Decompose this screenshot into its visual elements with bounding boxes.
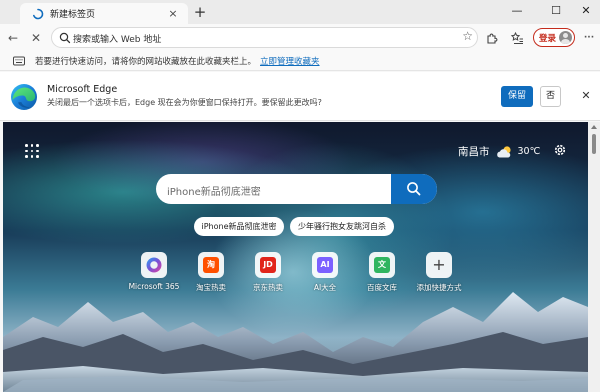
- quick-link-jd[interactable]: JD 京东热卖: [238, 252, 298, 293]
- tab-new-tab[interactable]: 新建标签页 ×: [20, 3, 188, 24]
- quick-link-ai[interactable]: AI AI大全: [295, 252, 355, 293]
- search-icon: [407, 182, 421, 196]
- scroll-up-arrow-icon[interactable]: [591, 125, 597, 129]
- address-input[interactable]: 搜索或输入 Web 地址: [73, 32, 161, 45]
- quick-link-taobao[interactable]: 淘 淘宝热卖: [181, 252, 241, 293]
- microsoft-edge-logo-icon: [9, 82, 39, 112]
- jd-tile: JD: [255, 252, 281, 278]
- extensions-icon[interactable]: [483, 29, 501, 47]
- maximize-button[interactable]: ☐: [545, 2, 567, 20]
- login-label: 登录: [539, 33, 557, 44]
- weather-widget[interactable]: 南昌市 30℃: [458, 144, 540, 159]
- web-search-input[interactable]: iPhone新品彻底泄密: [167, 183, 261, 198]
- new-tab-page: 南昌市 30℃ iPhone新品彻底泄密 iPhone新品彻底泄密 少年骚行抱女…: [3, 122, 588, 392]
- avatar-icon: [559, 31, 572, 44]
- back-icon[interactable]: ←: [4, 29, 22, 47]
- infobar-title: Microsoft Edge: [47, 84, 118, 95]
- baidu-wenku-icon: 文: [374, 257, 390, 273]
- window-close-button[interactable]: ✕: [575, 2, 597, 20]
- quick-link-label: 添加快捷方式: [416, 283, 462, 292]
- microsoft-365-icon: [146, 257, 162, 273]
- weather-temperature: 30℃: [517, 146, 541, 157]
- page-settings-gear-icon[interactable]: [553, 143, 567, 157]
- partly-cloudy-icon: [496, 145, 514, 158]
- ai-icon: AI: [317, 257, 333, 273]
- taobao-tile: 淘: [198, 252, 224, 278]
- manage-favorites-link[interactable]: 立即管理收藏夹: [260, 55, 320, 67]
- quick-link-label: 百度文库: [367, 283, 397, 292]
- edge-infobar: Microsoft Edge 关闭最后一个选项卡后，Edge 现在会为你便窗口保…: [0, 72, 600, 121]
- favorites-bar: 若要进行快速访问，请将你的网站收藏放在此收藏夹栏上。 立即管理收藏夹: [0, 51, 600, 71]
- favorites-bar-hint: 若要进行快速访问，请将你的网站收藏放在此收藏夹栏上。: [35, 56, 257, 67]
- web-search-button[interactable]: [391, 174, 437, 204]
- new-tab-button[interactable]: +: [191, 4, 209, 22]
- quick-link-label: Microsoft 365: [128, 282, 180, 291]
- quick-link-label: 淘宝热卖: [196, 283, 226, 292]
- apps-launcher-icon[interactable]: [25, 144, 39, 158]
- minimize-button[interactable]: —: [506, 2, 528, 20]
- tab-strip: 新建标签页 × + — ☐ ✕: [0, 0, 600, 24]
- page-scrollbar[interactable]: [588, 122, 600, 392]
- stop-loading-icon[interactable]: ✕: [27, 29, 45, 47]
- baidu-wenku-tile: 文: [369, 252, 395, 278]
- taobao-icon: 淘: [203, 257, 219, 273]
- favorites-icon[interactable]: [508, 29, 526, 47]
- trending-chip[interactable]: 少年骚行抱女友跳河自杀: [290, 217, 394, 236]
- trending-chip[interactable]: iPhone新品彻底泄密: [194, 217, 284, 236]
- edge-loading-icon: [32, 8, 44, 20]
- keyboard-icon: [13, 56, 25, 66]
- ai-tile: AI: [312, 252, 338, 278]
- quick-link-add-shortcut[interactable]: + 添加快捷方式: [409, 252, 469, 293]
- microsoft-365-tile: [141, 252, 167, 278]
- more-options-icon[interactable]: ···: [580, 29, 598, 47]
- add-shortcut-tile: +: [426, 252, 452, 278]
- keep-button[interactable]: 保留: [501, 86, 533, 107]
- jd-icon: JD: [260, 257, 276, 273]
- quick-link-label: 京东热卖: [253, 283, 283, 292]
- search-icon: [58, 31, 72, 45]
- scroll-thumb[interactable]: [592, 134, 596, 154]
- infobar-description: 关闭最后一个选项卡后，Edge 现在会为你便窗口保持打开。要保留此更改吗?: [47, 98, 322, 107]
- tab-title: 新建标签页: [50, 10, 96, 20]
- address-bar[interactable]: 搜索或输入 Web 地址 ☆: [51, 27, 478, 48]
- web-search-box[interactable]: iPhone新品彻底泄密: [156, 174, 437, 204]
- login-button[interactable]: 登录: [533, 28, 575, 47]
- infobar-close-icon[interactable]: ✕: [578, 88, 594, 104]
- quick-link-microsoft-365[interactable]: Microsoft 365: [124, 252, 184, 291]
- quick-link-label: AI大全: [313, 283, 337, 292]
- tab-close-icon[interactable]: ×: [166, 7, 180, 21]
- add-favorite-icon[interactable]: ☆: [462, 29, 473, 43]
- quick-link-baidu-wenku[interactable]: 文 百度文库: [352, 252, 412, 293]
- weather-city: 南昌市: [458, 146, 490, 158]
- add-shortcut-icon: +: [432, 255, 446, 274]
- navigation-toolbar: ← ✕ 搜索或输入 Web 地址 ☆ 登录 ···: [0, 24, 600, 51]
- decline-button[interactable]: 否: [540, 86, 561, 107]
